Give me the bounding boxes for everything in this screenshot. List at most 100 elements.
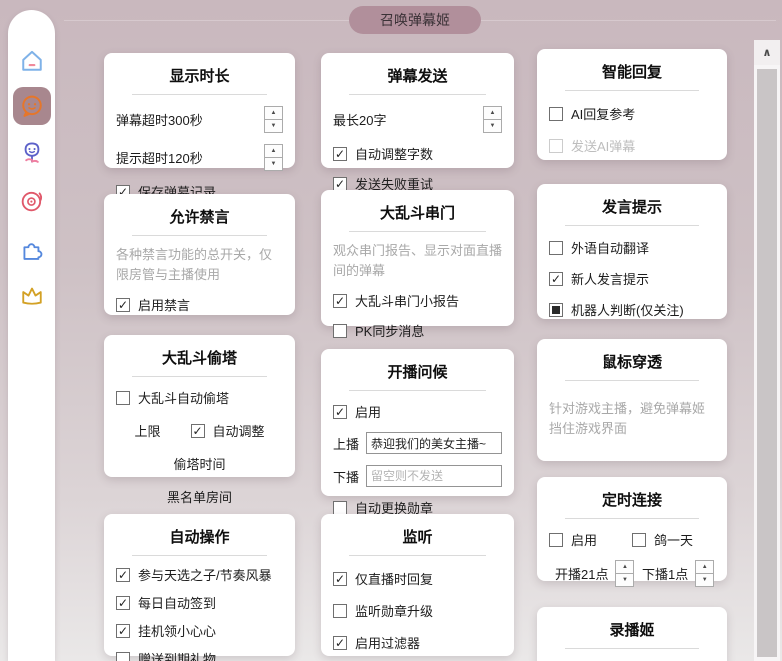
summon-danmaku-button[interactable]: 召唤弹幕姬 <box>349 6 481 34</box>
checkbox[interactable] <box>333 323 347 338</box>
stepper-down-icon[interactable]: ▼ <box>484 120 501 132</box>
card-description: 各种禁言功能的总开关，仅限房管与主播使用 <box>116 247 273 282</box>
sidebar-item-vip[interactable] <box>17 280 47 310</box>
card-auto-ops: 自动操作 参与天选之子/节奏风暴 每日自动签到 挂机领小心心 赠送到期礼物 <box>104 514 295 661</box>
checkbox[interactable] <box>333 571 347 586</box>
stepper-up-icon[interactable]: ▲ <box>616 561 634 574</box>
stepper-down-icon[interactable]: ▼ <box>616 574 633 586</box>
sidebar-item-music[interactable] <box>17 186 47 216</box>
title-divider <box>565 225 699 226</box>
checkbox-pk-report[interactable]: 大乱斗串门小报告 <box>333 291 502 310</box>
checkbox-label: 每日自动签到 <box>138 596 217 611</box>
stepper-up-icon[interactable]: ▲ <box>696 561 714 574</box>
scrollbar-thumb[interactable] <box>757 69 777 657</box>
checkbox-skip-day[interactable]: 鸽一天 <box>632 530 715 549</box>
card-pk-tower: 大乱斗偷塔 大乱斗自动偷塔 上限 自动调整 偷塔时间 黑名单房间 <box>104 335 295 505</box>
sidebar-item-danmaku-selected[interactable] <box>12 87 51 125</box>
title-divider <box>132 555 267 556</box>
checkbox-lottery[interactable]: 参与天选之子/节奏风暴 <box>116 565 283 584</box>
checkbox-label: 启用禁言 <box>138 298 191 313</box>
offline-greeting-row: 下播 <box>333 465 502 487</box>
checkbox-label: 大乱斗串门小报告 <box>355 294 460 309</box>
end-time-stepper[interactable]: ▲ ▼ <box>695 560 715 587</box>
checkbox-pk-sync[interactable]: PK同步消息 <box>333 321 502 340</box>
hint-timeout-stepper[interactable]: ▲ ▼ <box>264 144 283 171</box>
card-display-duration: 显示时长 弹幕超时300秒 ▲▼ 提示超时120秒 ▲▼ 保存弹幕记录 <box>104 53 295 200</box>
checkbox-send-ai[interactable]: 发送AI弹幕 <box>549 136 715 155</box>
checkbox-enable-mute[interactable]: 启用禁言 <box>116 295 283 314</box>
end-time-label: 下播1点 <box>642 567 689 582</box>
stepper-down-icon[interactable]: ▼ <box>265 120 282 132</box>
checkbox[interactable] <box>333 500 347 515</box>
stepper-down-icon[interactable]: ▼ <box>696 574 713 586</box>
card-title: 允许禁言 <box>169 209 230 226</box>
checkbox[interactable] <box>116 390 130 405</box>
steal-time-label: 偷塔时间 <box>173 457 226 472</box>
checkbox-hearts[interactable]: 挂机领小心心 <box>116 621 283 640</box>
checkbox-robot-detect[interactable]: 机器人判断(仅关注) <box>549 300 715 319</box>
checkbox-auto-adjust-length[interactable]: 自动调整字数 <box>333 144 502 163</box>
danmaku-timeout-stepper[interactable]: ▲ ▼ <box>264 106 283 133</box>
title-divider <box>349 94 486 95</box>
sidebar-item-flower[interactable] <box>17 138 47 168</box>
checkbox[interactable] <box>333 603 347 618</box>
checkbox[interactable] <box>333 176 347 191</box>
stepper-up-icon[interactable]: ▲ <box>265 107 282 120</box>
blacklist-link[interactable]: 黑名单房间 <box>116 487 283 506</box>
checkbox[interactable] <box>116 595 130 610</box>
offline-greeting-input[interactable] <box>366 465 502 487</box>
checkbox[interactable] <box>632 532 646 547</box>
checkbox-newcomer[interactable]: 新人发言提示 <box>549 269 715 288</box>
checkbox[interactable] <box>116 297 130 312</box>
checkbox-sign[interactable]: 每日自动签到 <box>116 593 283 612</box>
checkbox-gifts[interactable]: 赠送到期礼物 <box>116 649 283 661</box>
checkbox-greeting-enable[interactable]: 启用 <box>333 402 502 421</box>
checkbox-schedule-enable[interactable]: 启用 <box>549 530 632 549</box>
title-divider <box>565 90 699 91</box>
time-row: 开播21点 ▲ ▼ 下播1点 ▲ ▼ <box>549 560 715 587</box>
checkbox-ai-reference[interactable]: AI回复参考 <box>549 104 715 123</box>
checkbox[interactable] <box>333 293 347 308</box>
stepper-down-icon[interactable]: ▼ <box>265 158 282 170</box>
checkbox[interactable] <box>333 146 347 161</box>
title-divider <box>349 231 486 232</box>
scroll-up-icon[interactable]: ∧ <box>754 40 780 65</box>
title-divider <box>565 518 699 519</box>
stepper-up-icon[interactable]: ▲ <box>265 145 282 158</box>
home-icon <box>21 50 42 71</box>
checkbox[interactable] <box>549 302 563 317</box>
checkbox[interactable] <box>549 240 563 255</box>
card-description: 针对游戏主播，避免弹幕姬挡住游戏界面 <box>549 401 706 436</box>
max-length-stepper[interactable]: ▲ ▼ <box>483 106 502 133</box>
checkbox[interactable] <box>333 404 347 419</box>
checkbox-translate[interactable]: 外语自动翻译 <box>549 238 715 257</box>
card-mouse-through: 鼠标穿透 针对游戏主播，避免弹幕姬挡住游戏界面 <box>537 339 727 461</box>
checkbox-label: 挂机领小心心 <box>138 624 217 639</box>
sidebar-item-home[interactable] <box>17 46 47 76</box>
checkbox-auto-adjust[interactable]: 自动调整 <box>190 421 265 440</box>
checkbox-live-only[interactable]: 仅直播时回复 <box>333 569 502 588</box>
card-title: 定时连接 <box>601 492 662 509</box>
checkbox-filter[interactable]: 启用过滤器 <box>333 633 502 652</box>
checkbox[interactable] <box>549 532 563 547</box>
scrollbar[interactable]: ∧ <box>754 40 780 661</box>
checkbox-label: 大乱斗自动偷塔 <box>138 391 230 406</box>
checkbox[interactable] <box>116 567 130 582</box>
checkbox[interactable] <box>333 635 347 650</box>
checkbox[interactable] <box>549 106 563 121</box>
sidebar-item-plugin[interactable] <box>17 234 47 264</box>
checkbox[interactable] <box>116 651 130 661</box>
checkbox[interactable] <box>116 623 130 638</box>
checkbox[interactable] <box>549 138 563 153</box>
checkbox-auto-steal[interactable]: 大乱斗自动偷塔 <box>116 388 283 407</box>
online-greeting-input[interactable] <box>366 432 502 454</box>
steal-time-link[interactable]: 偷塔时间 <box>116 454 283 473</box>
stepper-up-icon[interactable]: ▲ <box>484 107 501 120</box>
card-pk-visit: 大乱斗串门 观众串门报告、显示对面直播间的弹幕 大乱斗串门小报告 PK同步消息 <box>321 190 514 339</box>
checkbox-label: 赠送到期礼物 <box>138 652 217 661</box>
checkbox-medal-upgrade[interactable]: 监听勋章升级 <box>333 601 502 620</box>
checkbox[interactable] <box>190 423 205 438</box>
stepper-row: 提示超时120秒 ▲ ▼ <box>116 144 283 171</box>
card-title: 鼠标穿透 <box>601 354 662 371</box>
checkbox[interactable] <box>549 271 563 286</box>
